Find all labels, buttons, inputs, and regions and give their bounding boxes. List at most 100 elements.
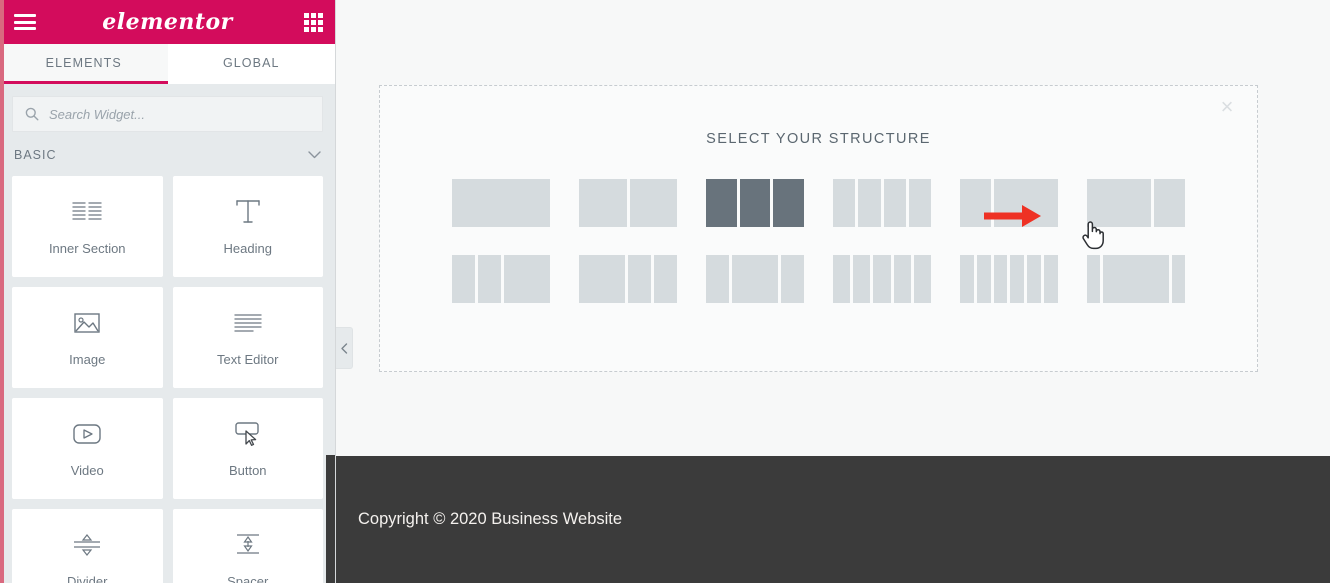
structure-preset-row [380, 255, 1257, 303]
spacer-icon [231, 530, 265, 560]
search-icon [25, 107, 39, 121]
widget-video[interactable]: Video [12, 398, 163, 499]
structure-column [452, 179, 550, 227]
panel-tabs: ELEMENTS GLOBAL [0, 44, 335, 84]
panel-left-accent-bar [0, 0, 4, 583]
apps-grid-icon[interactable] [304, 12, 323, 32]
search-container [0, 84, 335, 142]
close-x-icon[interactable]: × [1215, 95, 1239, 119]
widget-label: Heading [223, 241, 272, 256]
panel-scrollbar[interactable] [326, 455, 335, 583]
chevron-left-icon [340, 342, 347, 354]
structure-column [1153, 179, 1185, 227]
structure-two-columns[interactable] [579, 179, 677, 227]
editor-canvas: × SELECT YOUR STRUCTURE Copyright © 2020… [336, 0, 1330, 583]
structure-three-columns[interactable] [706, 179, 805, 227]
widget-label: Divider [67, 574, 108, 583]
tab-elements-label: ELEMENTS [45, 55, 122, 70]
structure-one-column[interactable] [452, 179, 550, 227]
text-editor-icon [233, 308, 263, 338]
structure-column [853, 255, 871, 303]
structure-column [908, 179, 931, 227]
search-box[interactable] [12, 96, 323, 132]
section-basic-title: BASIC [14, 148, 57, 162]
structure-column [504, 255, 550, 303]
elementor-logo: elementor [102, 9, 233, 35]
tab-global-label: GLOBAL [222, 55, 280, 70]
red-arrow-pointer [984, 205, 1041, 227]
structure-column [579, 255, 625, 303]
widget-inner-section[interactable]: Inner Section [12, 176, 163, 277]
structure-quarter-half-quarter[interactable] [706, 255, 804, 303]
widget-text-editor[interactable]: Text Editor [172, 287, 323, 388]
structure-column [706, 179, 737, 227]
widget-label: Image [69, 352, 106, 367]
widget-spacer[interactable]: Spacer [172, 509, 323, 583]
structure-column [654, 255, 677, 303]
structure-column [833, 255, 851, 303]
structure-column [628, 255, 651, 303]
structure-preset-row [380, 179, 1257, 227]
video-play-icon [72, 419, 102, 449]
structure-six-columns[interactable] [960, 255, 1058, 303]
widgets-panel: elementor ELEMENTS GLOBAL BASIC [0, 0, 336, 583]
structure-column [976, 255, 991, 303]
panel-collapse-handle[interactable] [336, 327, 353, 369]
widget-image[interactable]: Image [12, 287, 163, 388]
search-input[interactable] [49, 106, 310, 122]
widget-label: Spacer [227, 574, 269, 583]
widget-heading[interactable]: Heading [172, 176, 323, 277]
structure-column [629, 179, 677, 227]
structure-column [1027, 255, 1042, 303]
widget-label: Inner Section [48, 241, 126, 256]
structure-column [960, 255, 974, 303]
image-icon [73, 308, 101, 338]
structure-column [732, 255, 778, 303]
widget-divider[interactable]: Divider [12, 509, 163, 583]
structure-column [773, 179, 805, 227]
hamburger-menu-icon[interactable] [14, 14, 36, 30]
structure-quarter-quarter-half[interactable] [452, 255, 550, 303]
structure-column [993, 255, 1008, 303]
structure-column [913, 255, 932, 303]
structure-five-columns[interactable] [833, 255, 932, 303]
widget-label: Text Editor [217, 352, 279, 367]
heading-text-icon [233, 197, 263, 227]
widget-label: Button [228, 463, 267, 478]
structure-column [478, 255, 501, 303]
structure-column [1010, 255, 1025, 303]
footer-copyright: Copyright © 2020 Business Website [358, 510, 623, 528]
site-footer: Copyright © 2020 Business Website [336, 456, 1330, 583]
structure-column [579, 179, 627, 227]
widget-grid: Inner Section Heading Image Text Editor … [0, 176, 335, 583]
select-structure-title: SELECT YOUR STRUCTURE [706, 131, 931, 147]
structure-narrow-wide-narrow[interactable] [1087, 255, 1185, 303]
elementor-editor: elementor ELEMENTS GLOBAL BASIC [0, 0, 1330, 583]
structure-column [706, 255, 729, 303]
structure-column [452, 255, 475, 303]
tab-elements[interactable]: ELEMENTS [0, 44, 168, 84]
widget-button[interactable]: Button [172, 398, 323, 499]
button-cursor-icon [233, 419, 263, 449]
panel-header: elementor [0, 0, 335, 44]
structure-column [883, 179, 906, 227]
widget-label: Video [70, 463, 104, 478]
chevron-down-icon[interactable] [308, 148, 321, 162]
structure-column [739, 179, 771, 227]
structure-column [833, 179, 856, 227]
structure-presets [380, 179, 1257, 303]
hand-pointer-cursor [1082, 221, 1104, 250]
tab-global[interactable]: GLOBAL [167, 44, 335, 84]
structure-half-quarter-quarter[interactable] [579, 255, 677, 303]
structure-column [873, 255, 891, 303]
structure-column [781, 255, 804, 303]
structure-four-columns[interactable] [833, 179, 931, 227]
section-basic-header[interactable]: BASIC [0, 142, 335, 176]
structure-column [1044, 255, 1058, 303]
divider-icon [70, 530, 104, 560]
structure-column [893, 255, 911, 303]
structure-column [858, 179, 881, 227]
structure-column [1172, 255, 1185, 303]
inner-section-icon [72, 197, 102, 227]
structure-column [1087, 255, 1100, 303]
